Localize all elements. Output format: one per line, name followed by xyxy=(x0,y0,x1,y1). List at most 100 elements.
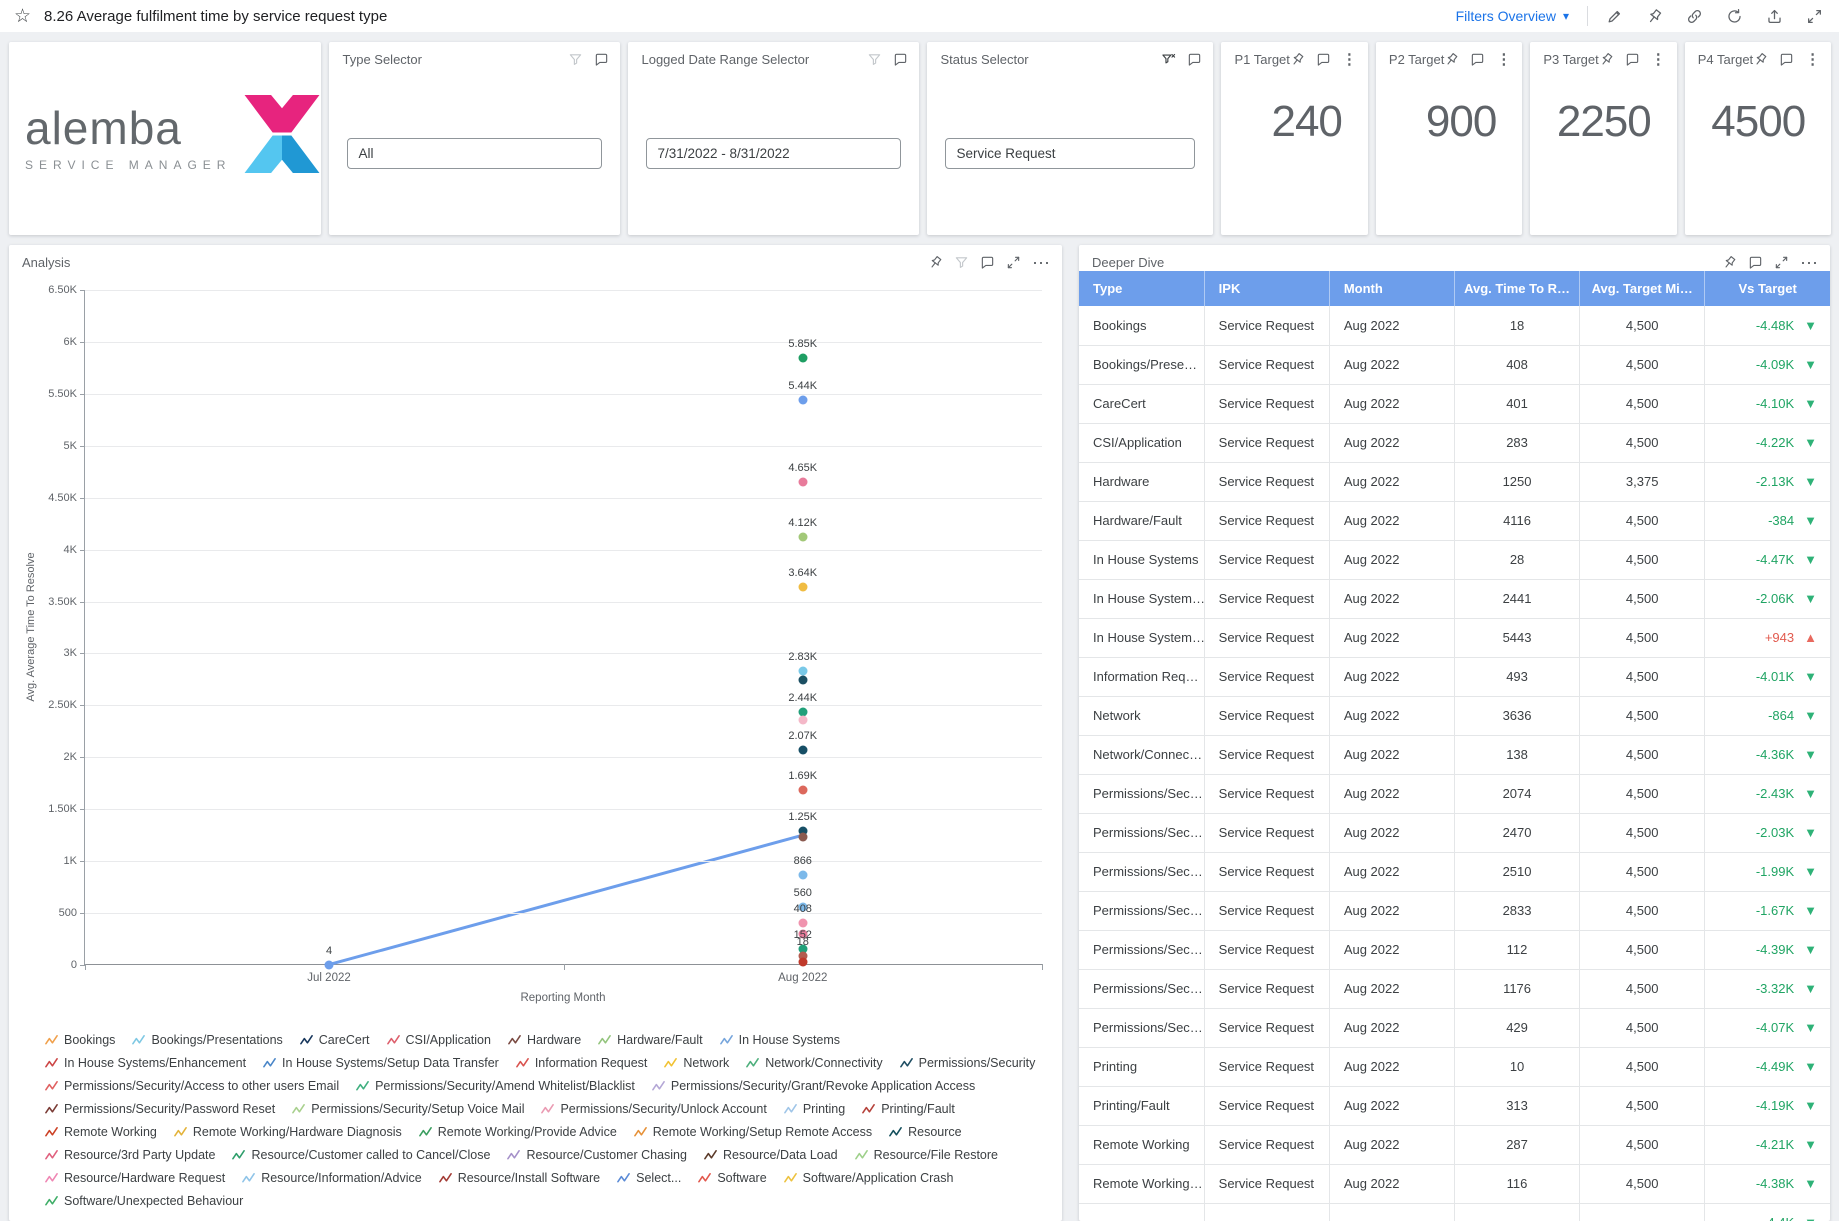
table-row[interactable]: Remote WorkingService RequestAug 2022287… xyxy=(1079,1125,1830,1164)
legend-item[interactable]: Permissions/Security/Grant/Revoke Applic… xyxy=(652,1079,975,1093)
table-row[interactable]: HardwareService RequestAug 202212503,375… xyxy=(1079,462,1830,501)
table-row[interactable]: -4.4K▼ xyxy=(1079,1203,1830,1221)
table-row[interactable]: Hardware/FaultService RequestAug 2022411… xyxy=(1079,501,1830,540)
data-point[interactable] xyxy=(798,478,807,487)
legend-item[interactable]: Bookings xyxy=(45,1033,115,1047)
legend-item[interactable]: Network/Connectivity xyxy=(746,1056,882,1070)
legend-item[interactable]: In House Systems/Enhancement xyxy=(45,1056,246,1070)
type-selector-dropdown[interactable]: All xyxy=(347,138,602,169)
data-point[interactable] xyxy=(798,746,807,755)
table-row[interactable]: PrintingService RequestAug 2022104,500-4… xyxy=(1079,1047,1830,1086)
table-row[interactable]: Permissions/Sec…Service RequestAug 20222… xyxy=(1079,774,1830,813)
table-row[interactable]: NetworkService RequestAug 202236364,500-… xyxy=(1079,696,1830,735)
expand-icon[interactable] xyxy=(1774,255,1789,270)
column-header[interactable]: Vs Target xyxy=(1705,271,1830,306)
data-point[interactable] xyxy=(798,353,807,362)
comment-icon[interactable] xyxy=(1470,52,1485,67)
table-row[interactable]: In House System…Service RequestAug 20225… xyxy=(1079,618,1830,657)
favorite-star-icon[interactable]: ☆ xyxy=(14,7,31,26)
export-icon[interactable] xyxy=(1766,8,1783,25)
pin-icon[interactable] xyxy=(1722,255,1737,270)
table-row[interactable]: In House SystemsService RequestAug 20222… xyxy=(1079,540,1830,579)
ellipsis-icon[interactable]: ⋯ xyxy=(1800,254,1819,272)
legend-item[interactable]: Resource/Information/Advice xyxy=(242,1171,422,1185)
legend-item[interactable]: Resource/3rd Party Update xyxy=(45,1148,215,1162)
column-header[interactable]: IPK xyxy=(1204,271,1329,306)
legend-item[interactable]: Resource/File Restore xyxy=(855,1148,998,1162)
filters-overview-button[interactable]: Filters Overview ▾ xyxy=(1456,8,1569,24)
filter-icon[interactable] xyxy=(954,255,969,270)
pen-icon[interactable] xyxy=(1606,8,1623,25)
pin-icon[interactable] xyxy=(1290,52,1305,67)
data-point[interactable] xyxy=(325,960,334,969)
table-row[interactable]: Permissions/Sec…Service RequestAug 20221… xyxy=(1079,969,1830,1008)
legend-item[interactable]: Hardware xyxy=(508,1033,581,1047)
data-point[interactable] xyxy=(798,871,807,880)
comment-icon[interactable] xyxy=(1748,255,1763,270)
refresh-icon[interactable] xyxy=(1726,8,1743,25)
legend-item[interactable]: Permissions/Security/Unlock Account xyxy=(541,1102,766,1116)
expand-icon[interactable] xyxy=(1806,8,1823,25)
pin-icon[interactable] xyxy=(1599,52,1614,67)
kebab-icon[interactable]: ⋮ xyxy=(1805,52,1820,67)
ellipsis-icon[interactable]: ⋯ xyxy=(1032,254,1051,272)
legend-item[interactable]: Select... xyxy=(617,1171,681,1185)
kebab-icon[interactable]: ⋮ xyxy=(1496,52,1511,67)
legend-item[interactable]: Information Request xyxy=(516,1056,648,1070)
legend-item[interactable]: CSI/Application xyxy=(387,1033,491,1047)
legend-item[interactable]: Resource/Customer Chasing xyxy=(507,1148,687,1162)
legend-item[interactable]: Resource/Hardware Request xyxy=(45,1171,225,1185)
table-row[interactable]: Permissions/Sec…Service RequestAug 20222… xyxy=(1079,813,1830,852)
filter-icon[interactable] xyxy=(568,52,583,67)
legend-item[interactable]: Permissions/Security/Setup Voice Mail xyxy=(292,1102,524,1116)
data-point[interactable] xyxy=(798,396,807,405)
data-point[interactable] xyxy=(798,715,807,724)
pin-icon[interactable] xyxy=(1444,52,1459,67)
data-point[interactable] xyxy=(798,533,807,542)
kebab-icon[interactable]: ⋮ xyxy=(1342,52,1357,67)
table-row[interactable]: Information Req…Service RequestAug 20224… xyxy=(1079,657,1830,696)
table-row[interactable]: Remote Working…Service RequestAug 202211… xyxy=(1079,1164,1830,1203)
table-row[interactable]: Network/Connec…Service RequestAug 202213… xyxy=(1079,735,1830,774)
legend-item[interactable]: Hardware/Fault xyxy=(598,1033,702,1047)
legend-item[interactable]: Resource/Data Load xyxy=(704,1148,838,1162)
legend-item[interactable]: Printing xyxy=(784,1102,845,1116)
table-row[interactable]: Permissions/Sec…Service RequestAug 20224… xyxy=(1079,1008,1830,1047)
comment-icon[interactable] xyxy=(893,52,908,67)
legend-item[interactable]: In House Systems xyxy=(720,1033,840,1047)
comment-icon[interactable] xyxy=(980,255,995,270)
data-point[interactable] xyxy=(798,958,807,967)
legend-item[interactable]: In House Systems/Setup Data Transfer xyxy=(263,1056,499,1070)
table-row[interactable]: Printing/FaultService RequestAug 2022313… xyxy=(1079,1086,1830,1125)
filter-x-icon[interactable] xyxy=(1161,52,1176,67)
comment-icon[interactable] xyxy=(594,52,609,67)
comment-icon[interactable] xyxy=(1316,52,1331,67)
table-row[interactable]: BookingsService RequestAug 2022184,500-4… xyxy=(1079,306,1830,345)
pin-icon[interactable] xyxy=(1753,52,1768,67)
table-row[interactable]: Permissions/Sec…Service RequestAug 20222… xyxy=(1079,852,1830,891)
legend-item[interactable]: Resource/Install Software xyxy=(439,1171,600,1185)
legend-item[interactable]: Permissions/Security xyxy=(900,1056,1036,1070)
kebab-icon[interactable]: ⋮ xyxy=(1651,52,1666,67)
link-icon[interactable] xyxy=(1686,8,1703,25)
legend-item[interactable]: Network xyxy=(664,1056,729,1070)
pin-icon[interactable] xyxy=(1646,8,1663,25)
status-selector-dropdown[interactable]: Service Request xyxy=(945,138,1195,169)
table-row[interactable]: CareCertService RequestAug 20224014,500-… xyxy=(1079,384,1830,423)
column-header[interactable]: Avg. Time To R… xyxy=(1454,271,1579,306)
legend-item[interactable]: Software/Application Crash xyxy=(784,1171,954,1185)
comment-icon[interactable] xyxy=(1779,52,1794,67)
legend-item[interactable]: Permissions/Security/Password Reset xyxy=(45,1102,275,1116)
data-point[interactable] xyxy=(798,918,807,927)
legend-item[interactable]: Remote Working/Provide Advice xyxy=(419,1125,617,1139)
expand-icon[interactable] xyxy=(1006,255,1021,270)
legend-item[interactable]: Printing/Fault xyxy=(862,1102,955,1116)
legend-item[interactable]: Permissions/Security/Amend Whitelist/Bla… xyxy=(356,1079,635,1093)
column-header[interactable]: Avg. Target Mi… xyxy=(1580,271,1705,306)
table-row[interactable]: Permissions/Sec…Service RequestAug 20222… xyxy=(1079,891,1830,930)
column-header[interactable]: Month xyxy=(1329,271,1454,306)
legend-item[interactable]: Software/Unexpected Behaviour xyxy=(45,1194,243,1208)
data-point[interactable] xyxy=(798,667,807,676)
pin-icon[interactable] xyxy=(928,255,943,270)
comment-icon[interactable] xyxy=(1625,52,1640,67)
